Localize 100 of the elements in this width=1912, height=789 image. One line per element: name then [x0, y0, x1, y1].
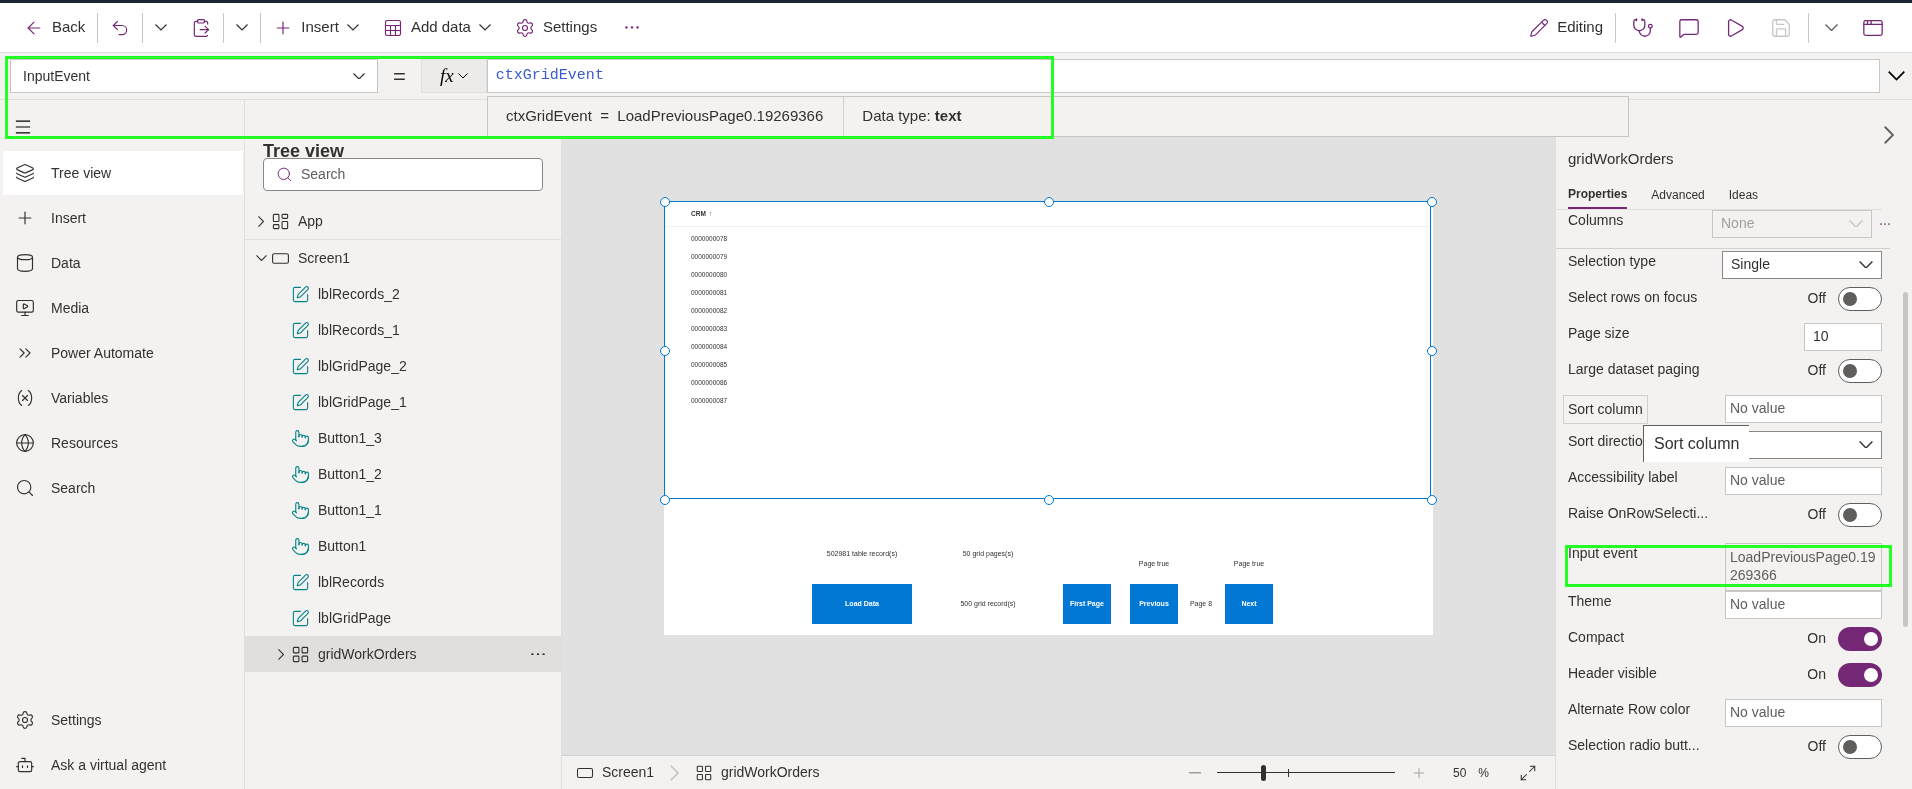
resize-handle[interactable]	[660, 197, 670, 207]
toggle-state: On	[1807, 629, 1826, 648]
fit-button[interactable]	[1519, 763, 1537, 782]
tree-item[interactable]: gridWorkOrders	[245, 636, 561, 672]
text-field[interactable]: No value	[1725, 590, 1882, 619]
tree-item[interactable]: Screen1	[245, 240, 561, 276]
text-field[interactable]: No value	[1725, 466, 1882, 495]
resize-handle[interactable]	[1043, 197, 1054, 207]
resize-handle[interactable]	[1427, 197, 1437, 207]
property-label: Selection type	[1568, 251, 1656, 271]
settings-icon	[15, 710, 35, 730]
save-icon	[1770, 16, 1792, 39]
editing-button[interactable]: Editing	[1521, 10, 1611, 45]
property-label: Selection radio butt...	[1568, 735, 1700, 755]
toggle-switch[interactable]	[1838, 662, 1882, 687]
nav-item[interactable]: Tree view	[3, 151, 243, 195]
tree-item[interactable]: Button1_3	[245, 420, 561, 456]
toggle-switch[interactable]	[1838, 358, 1882, 383]
search-field[interactable]: Search	[263, 158, 543, 191]
property-label: Page size	[1568, 323, 1630, 343]
search-icon	[276, 166, 293, 183]
resize-handle[interactable]	[1427, 495, 1437, 505]
label-icon	[291, 608, 310, 628]
insert-button[interactable]: Insert	[265, 10, 367, 45]
caret-icon	[1887, 71, 1905, 81]
button-control-icon	[291, 428, 310, 448]
pencil-icon	[1529, 17, 1550, 38]
nav-item[interactable]: Ask a virtual agent	[3, 743, 243, 787]
breadcrumb[interactable]: gridWorkOrders	[690, 762, 824, 783]
nav-item[interactable]: Insert	[3, 196, 243, 240]
breadcrumb[interactable]: Screen1	[572, 762, 659, 783]
collapse-button[interactable]	[1884, 126, 1894, 144]
tree-item[interactable]: Button1	[245, 528, 561, 564]
tree-item[interactable]: lblRecords	[245, 564, 561, 600]
property-label: Select rows on focus	[1568, 287, 1698, 307]
clipboard-icon	[191, 17, 212, 38]
search-icon	[15, 478, 35, 498]
settings-icon	[514, 17, 535, 38]
tree-item[interactable]: lblRecords_1	[245, 312, 561, 348]
nav-item[interactable]: Resources	[3, 421, 243, 465]
more-icon	[625, 26, 640, 29]
property-label: Theme	[1568, 591, 1612, 611]
caret-icon	[155, 24, 168, 31]
equals-sign: =	[393, 62, 406, 91]
chevron-icon	[670, 764, 679, 781]
text-field[interactable]: No value	[1725, 394, 1882, 423]
tree-item[interactable]: lblGridPage_1	[245, 384, 561, 420]
property-label: Sort directio	[1568, 431, 1643, 451]
settings-button[interactable]: Settings	[506, 10, 606, 45]
resize-handle[interactable]	[1043, 495, 1054, 505]
nav-item[interactable]: Power Automate	[3, 331, 243, 375]
toggle-state: Off	[1807, 289, 1826, 308]
caret-icon	[1859, 440, 1873, 449]
property-label: Accessibility label	[1568, 467, 1678, 487]
toggle-switch[interactable]	[1838, 626, 1882, 651]
tree-item[interactable]: Button1_2	[245, 456, 561, 492]
nav-item[interactable]: Media	[3, 286, 243, 330]
nav-item[interactable]: Variables	[3, 376, 243, 420]
function-button[interactable]: fx	[420, 59, 487, 93]
resize-handle[interactable]	[660, 346, 670, 356]
grid-icon	[291, 644, 310, 664]
resize-handle[interactable]	[1427, 346, 1437, 356]
label-icon	[291, 284, 310, 304]
nav-item[interactable]: Data	[3, 241, 243, 285]
tree-item[interactable]: Button1_1	[245, 492, 561, 528]
minus-icon	[1188, 771, 1201, 774]
nav-item[interactable]: Search	[3, 466, 243, 510]
resize-handle[interactable]	[660, 495, 670, 505]
caret-icon	[478, 24, 491, 31]
zoom-slider[interactable]	[1216, 764, 1395, 781]
panel-tab[interactable]: Properties	[1568, 184, 1628, 209]
zoom-value: 50	[1452, 764, 1467, 782]
number-field[interactable]: 10	[1804, 322, 1882, 351]
more-icon	[531, 652, 545, 656]
tree-item[interactable]: lblGridPage	[245, 600, 561, 636]
caret-icon	[1849, 219, 1863, 228]
back-button[interactable]: Back	[16, 10, 94, 45]
toggle-state: On	[1807, 665, 1826, 684]
chevron-icon	[277, 648, 284, 660]
add-data-button[interactable]: Add data	[374, 10, 499, 45]
tree-item[interactable]: App	[245, 203, 561, 239]
tree-item[interactable]: lblGridPage_2	[245, 348, 561, 384]
chevron-icon	[257, 215, 264, 227]
property-dropdown[interactable]: InputEvent	[10, 59, 378, 93]
tree-item[interactable]: lblRecords_2	[245, 276, 561, 312]
grid-icon	[694, 763, 713, 782]
toggle-switch[interactable]	[1838, 502, 1882, 527]
data-type-label: Data type: text	[861, 106, 962, 127]
dropdown-field[interactable]: Single	[1722, 250, 1882, 279]
toggle-switch[interactable]	[1838, 286, 1882, 311]
formula-result: ctxGridEvent = LoadPreviousPage0.19269366	[505, 106, 825, 127]
property-label: Header visible	[1568, 663, 1657, 683]
panel-tab[interactable]: Advanced	[1651, 184, 1705, 209]
nav-item[interactable]: Settings	[3, 698, 243, 742]
chevron-icon	[1884, 126, 1894, 144]
toggle-switch[interactable]	[1838, 734, 1882, 759]
panel-tab[interactable]: Ideas	[1728, 184, 1759, 209]
text-field[interactable]: No value	[1725, 698, 1882, 727]
caret-icon	[346, 24, 359, 31]
formula-input[interactable]: ctxGridEvent	[486, 59, 1880, 93]
